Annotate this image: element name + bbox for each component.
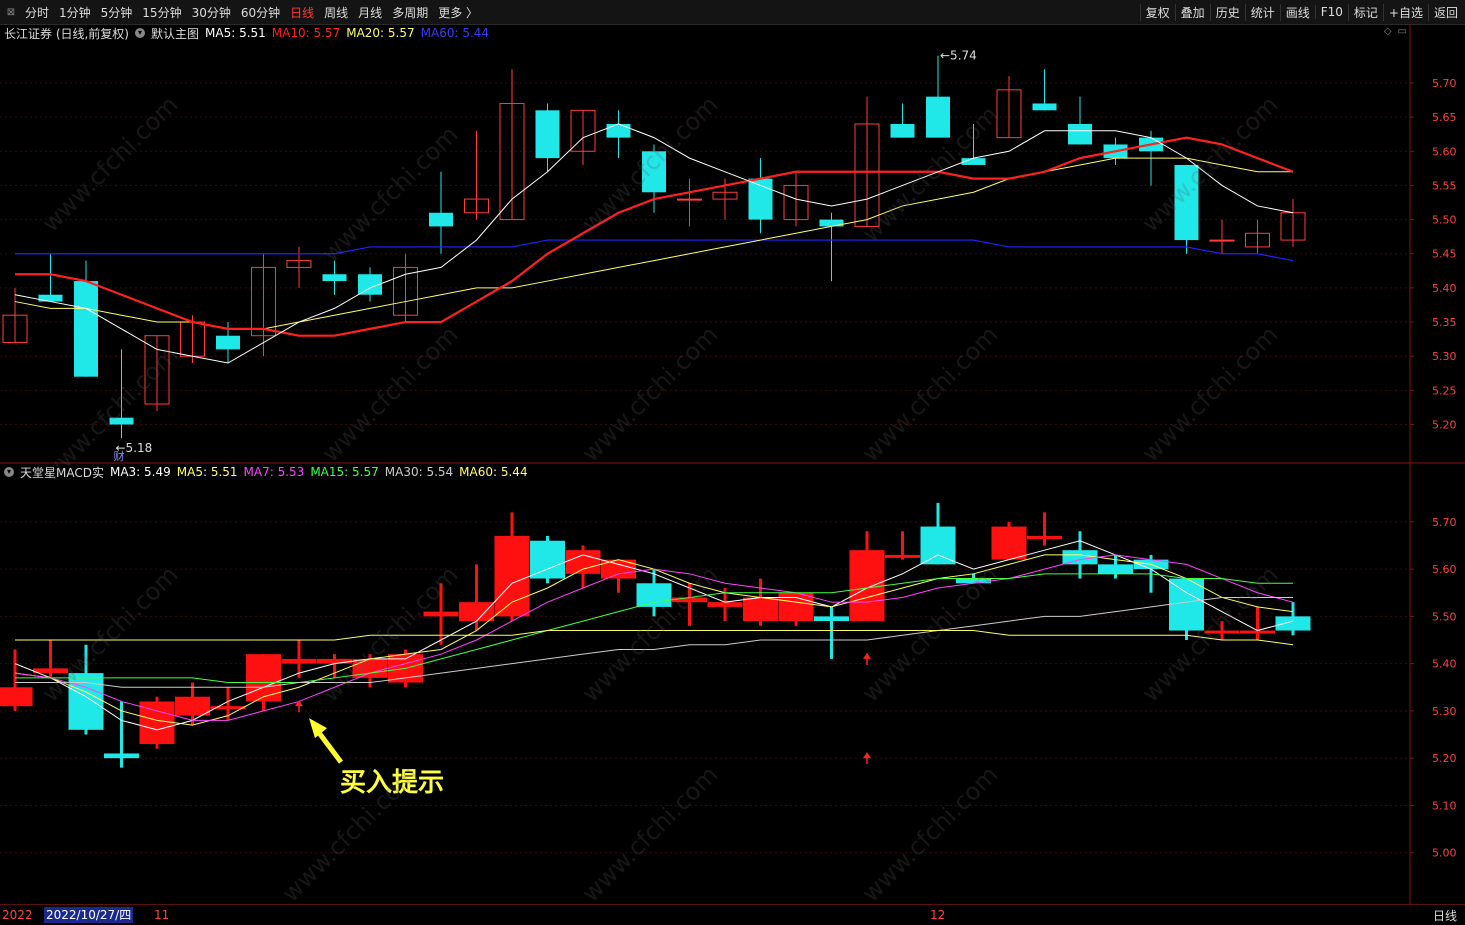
- candle-body: [423, 611, 459, 617]
- candle-body: [104, 753, 139, 759]
- candle-body: [1174, 164, 1199, 241]
- y-tick-label: 5.50: [1432, 214, 1457, 227]
- buy-hint-arrow: [315, 728, 343, 764]
- candle-body: [74, 281, 98, 377]
- y-tick-label: 5.30: [1432, 705, 1457, 718]
- candle-body: [1098, 564, 1133, 574]
- candle-body: [743, 597, 778, 622]
- candle-body: [281, 658, 317, 664]
- candle-body: [885, 554, 920, 558]
- candle-body: [991, 526, 1027, 560]
- candle-body: [890, 123, 915, 138]
- y-tick-label: 5.20: [1432, 419, 1457, 432]
- candle-body: [317, 658, 352, 664]
- candle-body: [429, 212, 453, 227]
- candle-body: [707, 602, 743, 607]
- finance-marker: 财: [114, 449, 125, 463]
- candle-body: [672, 597, 707, 603]
- candle-body: [1027, 536, 1062, 539]
- candle-body: [175, 696, 210, 716]
- y-tick-label: 5.65: [1432, 111, 1457, 124]
- candle-body: [535, 110, 560, 159]
- candle-body: [1204, 630, 1240, 634]
- buy-hint-arrowhead: [309, 718, 327, 739]
- candle-body: [322, 274, 347, 282]
- y-tick-label: 5.40: [1432, 282, 1457, 295]
- period-indicator[interactable]: 日线: [1433, 907, 1457, 924]
- candle-body: [1062, 550, 1098, 565]
- high-price-label: ←5.74: [940, 49, 977, 63]
- date-axis-bar: 2022 2022/10/27/四 11 12 日线: [0, 904, 1465, 925]
- candle-body: [819, 219, 844, 227]
- buy-signal-arrowhead: [863, 752, 871, 759]
- buy-hint-label: 买入提示: [340, 768, 445, 798]
- candle-body: [1032, 103, 1057, 111]
- candle-body: [0, 687, 33, 707]
- y-tick-label: 5.25: [1432, 384, 1457, 397]
- candle-body: [926, 96, 950, 138]
- candle-body: [68, 673, 104, 730]
- y-tick-label: 5.45: [1432, 248, 1457, 261]
- ma60-line: [15, 239, 1294, 262]
- candle-body: [1275, 616, 1311, 631]
- y-tick-label: 5.40: [1432, 658, 1457, 671]
- y-tick-label: 5.50: [1432, 610, 1457, 623]
- candle-body: [748, 178, 773, 220]
- candle-body: [849, 550, 885, 622]
- candle-body: [565, 550, 601, 574]
- candle-body: [246, 654, 281, 702]
- candle-body: [814, 616, 849, 622]
- y-tick-label: 5.55: [1432, 179, 1457, 192]
- candle-body: [920, 526, 956, 565]
- y-tick-label: 5.60: [1432, 145, 1457, 158]
- buy-signal-arrowhead: [863, 652, 871, 659]
- y-tick-label: 5.70: [1432, 516, 1457, 529]
- y-tick-label: 5.00: [1432, 847, 1457, 860]
- candle-body: [1169, 578, 1204, 631]
- candle-body: [38, 294, 63, 302]
- candle-body: [956, 578, 991, 584]
- year-label: 2022: [2, 908, 33, 922]
- y-tick-label: 5.70: [1432, 77, 1457, 90]
- y-tick-label: 5.30: [1432, 350, 1457, 363]
- candle-body: [1209, 239, 1235, 242]
- candle-body: [33, 668, 68, 674]
- y-tick-label: 5.35: [1432, 316, 1457, 329]
- y-tick-label: 5.10: [1432, 799, 1457, 812]
- candle-body: [494, 536, 530, 617]
- candle-body: [606, 123, 631, 138]
- y-tick-label: 5.60: [1432, 563, 1457, 576]
- candle-body: [1068, 123, 1092, 145]
- candle-body: [636, 583, 672, 607]
- chart-canvas[interactable]: 5.20 5.25 5.30 5.35 5.40 5.45 5.50 5.55 5.60 5.65…: [0, 0, 1465, 904]
- candle-body: [677, 198, 702, 201]
- candle-body: [530, 540, 565, 579]
- y-tick-label: 5.20: [1432, 752, 1457, 765]
- cursor-date: 2022/10/27/四: [44, 907, 134, 923]
- month-label-11: 11: [154, 908, 170, 922]
- month-label-12: 12: [930, 908, 946, 922]
- sub-ma60-line: [15, 630, 1294, 646]
- buy-signal-arrowhead: [295, 700, 303, 707]
- candle-body: [109, 417, 134, 425]
- candle-body: [642, 151, 666, 193]
- candle-body: [216, 335, 240, 350]
- candle-body: [459, 602, 494, 622]
